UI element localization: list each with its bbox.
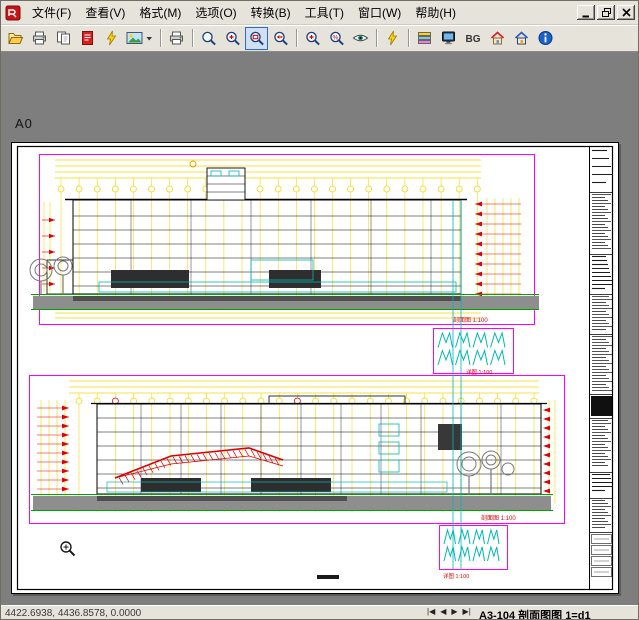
coordinates-readout: 4422.6938, 4436.8578, 0.0000: [5, 608, 141, 619]
last-sheet-button[interactable]: ▶|: [461, 606, 473, 618]
bg-toggle-button[interactable]: BG: [461, 27, 485, 50]
view-toggle-button[interactable]: [349, 27, 372, 50]
sheet-stamp-mark: [317, 575, 339, 579]
bottom-drawing-label: 剖面图 1:100: [481, 514, 516, 522]
magnifier-percent-icon: %: [328, 30, 346, 47]
save-as-image-button[interactable]: [124, 27, 156, 50]
menu-bar: 文件(F)查看(V)格式(M)选项(O)转换(B)工具(T)窗口(W)帮助(H): [1, 1, 638, 25]
bg-text-icon: BG: [463, 30, 483, 46]
monitor-icon: [440, 30, 457, 46]
drawing-sheet: 剖面图 1:100 剖面图 1:100 详图 1:100 详图 1:100: [11, 142, 619, 594]
menu-list: 文件(F)查看(V)格式(M)选项(O)转换(B)工具(T)窗口(W)帮助(H): [25, 1, 463, 24]
zoom-scale-button[interactable]: %: [325, 27, 348, 50]
menu-convert[interactable]: 转换(B): [244, 1, 298, 24]
drawing-viewport[interactable]: A0 剖面图 1:100 剖面图 1:100 详图 1:100 详图 1:100: [1, 52, 638, 605]
layers-button[interactable]: [413, 27, 436, 50]
plot-button[interactable]: [165, 27, 188, 50]
svg-text:BG: BG: [466, 34, 481, 45]
zoom-extents-button[interactable]: [197, 27, 220, 50]
top-drawing-label: 剖面图 1:100: [453, 316, 488, 324]
layers-icon: [416, 30, 433, 46]
quick-locate-button[interactable]: [381, 27, 404, 50]
zoom-window-button[interactable]: [245, 27, 268, 50]
menu-help[interactable]: 帮助(H): [408, 1, 463, 24]
copy-icon: [55, 30, 72, 46]
toolbar: % BG: [1, 25, 638, 52]
next-sheet-button[interactable]: ▶: [449, 606, 459, 618]
detail-box-2-label: 详图 1:100: [443, 572, 469, 580]
first-sheet-button[interactable]: |◀: [425, 606, 437, 618]
toolbar-separator: [376, 29, 377, 47]
print-preview-button[interactable]: [28, 27, 51, 50]
menu-tools[interactable]: 工具(T): [298, 1, 351, 24]
house-red-icon: [489, 30, 506, 46]
eye-icon: [352, 30, 369, 46]
magnifier-plus-icon: [304, 30, 322, 47]
magnifier-icon: [200, 30, 218, 47]
open-button[interactable]: [4, 27, 27, 50]
info-icon: [537, 30, 554, 46]
image-dropdown-icon: [126, 30, 154, 46]
active-sheet-name: A3-104 剖面图图 1=d1: [479, 607, 591, 620]
toolbar-separator: [296, 29, 297, 47]
lightning-icon: [103, 30, 120, 46]
zoom-detail-button[interactable]: [301, 27, 324, 50]
convert-file-button[interactable]: [76, 27, 99, 50]
minimize-icon: [580, 6, 593, 19]
menu-window[interactable]: 窗口(W): [351, 1, 408, 24]
zoom-previous-button[interactable]: [269, 27, 292, 50]
magnifier-window-icon: [248, 30, 266, 47]
toolbar-separator: [408, 29, 409, 47]
zoom-in-button[interactable]: [221, 27, 244, 50]
toolbar-separator: [192, 29, 193, 47]
toolbar-separator: [160, 29, 161, 47]
close-icon: [620, 6, 633, 19]
status-bar: 4422.6938, 4436.8578, 0.0000 |◀◀▶▶| A3-1…: [1, 605, 638, 619]
lightning-icon: [384, 30, 401, 46]
sheet-svg: 剖面图 1:100 剖面图 1:100 详图 1:100 详图 1:100: [11, 142, 619, 594]
printer-icon: [31, 30, 48, 46]
copy-button[interactable]: [52, 27, 75, 50]
about-button[interactable]: [534, 27, 557, 50]
sheet-nav: |◀◀▶▶|: [425, 606, 473, 618]
app-window: 文件(F)查看(V)格式(M)选项(O)转换(B)工具(T)窗口(W)帮助(H)…: [0, 0, 639, 620]
home-button[interactable]: [486, 27, 509, 50]
menu-view[interactable]: 查看(V): [78, 1, 132, 24]
menu-format[interactable]: 格式(M): [132, 1, 188, 24]
layout-label: A0: [15, 116, 33, 131]
window-controls: [577, 5, 636, 20]
folder-open-icon: [7, 30, 24, 46]
magnifier-back-icon: [272, 30, 290, 47]
prev-sheet-button[interactable]: ◀: [438, 606, 448, 618]
svg-text:%: %: [332, 34, 338, 41]
close-button[interactable]: [617, 5, 635, 20]
restore-icon: [600, 6, 613, 19]
minimize-button[interactable]: [577, 5, 595, 20]
website-button[interactable]: [510, 27, 533, 50]
display-settings-button[interactable]: [437, 27, 460, 50]
batch-convert-button[interactable]: [100, 27, 123, 50]
magnifier-plus-icon: [224, 30, 242, 47]
app-icon: [5, 5, 21, 21]
printer-icon: [168, 30, 185, 46]
house-blue-icon: [513, 30, 530, 46]
detail-box-1-label: 详图 1:100: [466, 368, 492, 376]
file-red-icon: [79, 30, 96, 46]
menu-options[interactable]: 选项(O): [188, 1, 243, 24]
restore-button[interactable]: [597, 5, 615, 20]
menu-file[interactable]: 文件(F): [25, 1, 78, 24]
